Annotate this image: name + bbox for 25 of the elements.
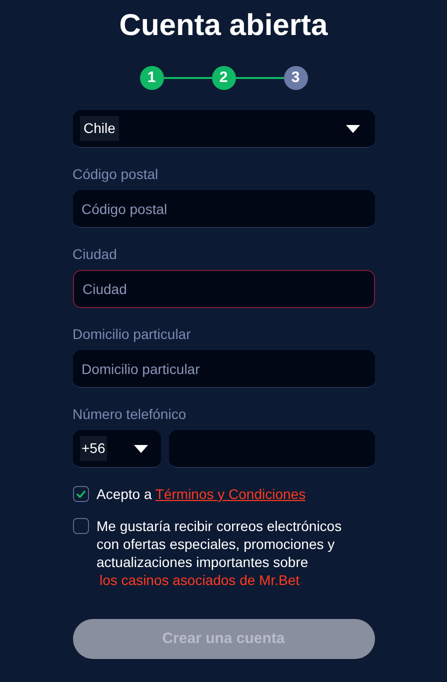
consent-text: Me gustaría recibir correos electrónicos con ofertas especiales, promociones y actualizaciones importantes sobre los casinos asociados de Mr.Bet [96, 517, 358, 589]
input-field[interactable]: Ciudad [72, 270, 374, 308]
step-indicator: 3 [284, 66, 308, 90]
country-code-select[interactable]: +56 [72, 430, 160, 468]
caret-icon [346, 124, 360, 132]
consent-text: Acepto a Términos y Condiciones [96, 485, 306, 503]
checkbox[interactable] [72, 486, 88, 502]
checkbox[interactable] [72, 518, 88, 534]
caret-icon [134, 444, 148, 452]
field-label: Ciudad [72, 245, 118, 264]
check-icon [76, 490, 86, 498]
field-label: Número telefónico [72, 405, 188, 424]
input-field[interactable]: Código postal [72, 190, 374, 228]
phone-field[interactable] [168, 430, 374, 468]
country-select[interactable]: Chile [72, 110, 374, 148]
country-value: Chile [80, 116, 120, 141]
consent-link[interactable]: Términos y Condiciones [155, 486, 306, 502]
field-label: Domicilio particular [72, 325, 192, 344]
step-indicator: 1 [140, 66, 164, 90]
consent-link[interactable]: los casinos asociados de Mr.Bet [100, 571, 358, 589]
page-title: Cuenta abierta [119, 8, 328, 44]
step-indicator: 2 [212, 66, 236, 90]
country-code: +56 [80, 436, 108, 461]
field-label: Código postal [72, 165, 160, 184]
input-field[interactable]: Domicilio particular [72, 350, 374, 388]
